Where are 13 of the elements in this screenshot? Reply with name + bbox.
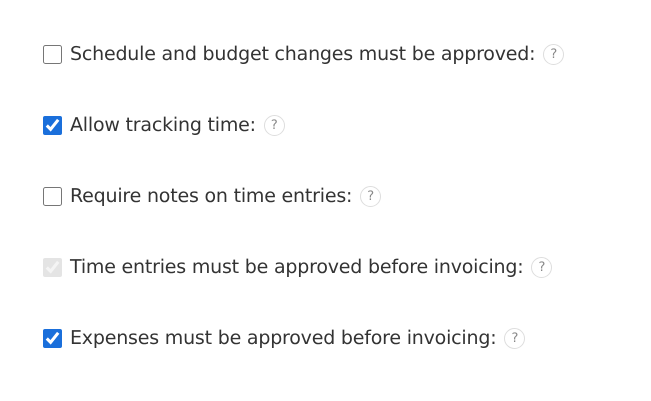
help-button[interactable]: ? [264, 114, 285, 136]
help-button[interactable]: ? [360, 186, 382, 206]
help-button[interactable]: ? [504, 328, 526, 348]
option-label: Expenses must be approved before invoicing: [70, 327, 496, 349]
option-label: Require notes on time entries: [70, 185, 352, 207]
checkbox[interactable] [43, 328, 62, 348]
checkbox[interactable] [43, 116, 62, 134]
option-label: Allow tracking time: [70, 114, 256, 136]
checkbox[interactable] [43, 186, 62, 206]
option-label: Time entries must be approved before invoicing: [70, 256, 524, 278]
help-button[interactable]: ? [543, 44, 564, 64]
option-label: Schedule and budget changes must be approved: [70, 43, 536, 65]
checkbox[interactable] [43, 44, 62, 64]
